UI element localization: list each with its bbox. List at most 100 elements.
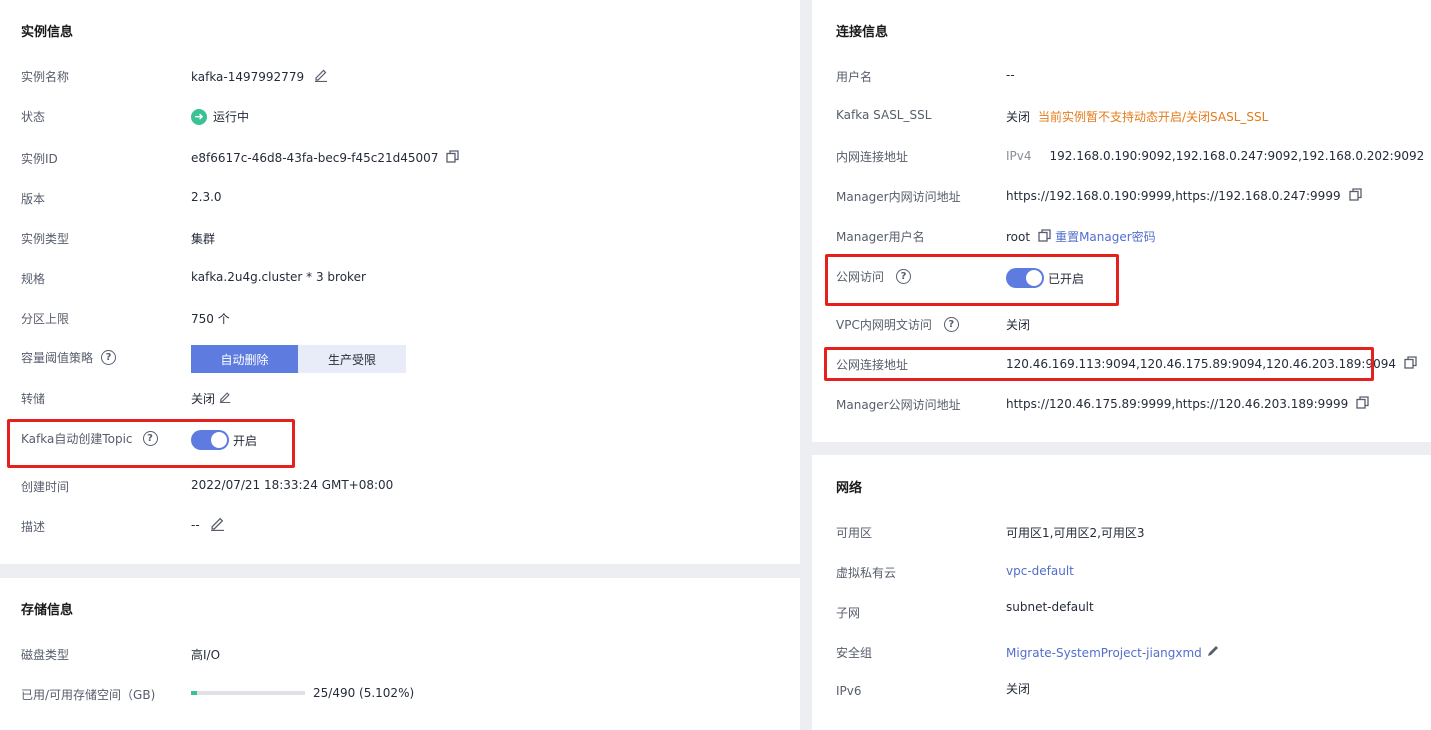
security-group-link[interactable]: Migrate-SystemProject-jiangxmd bbox=[1006, 646, 1202, 660]
copy-icon[interactable] bbox=[1404, 356, 1417, 372]
partition-limit-value: 750 个 bbox=[191, 312, 230, 326]
instance-info-panel: 实例信息 实例名称 kafka-1497992779 状态 ➜ 运行中 实例ID… bbox=[0, 0, 800, 564]
public-access-field: 已开启 bbox=[1006, 268, 1084, 288]
network-title: 网络 bbox=[836, 481, 863, 496]
public-access-label: 公网访问 ? bbox=[836, 268, 912, 285]
vpc-plaintext-value: 关闭 bbox=[1006, 318, 1031, 332]
intranet-address-label: 内网连接地址 bbox=[836, 150, 909, 164]
instance-id-field: e8f6617c-46d8-43fa-bec9-f45c21d45007 bbox=[191, 150, 460, 166]
ipv6-value: 关闭 bbox=[1006, 682, 1031, 696]
spec-value: kafka.2u4g.cluster * 3 broker bbox=[191, 270, 366, 284]
copy-icon[interactable] bbox=[446, 150, 460, 166]
storage-usage-value: 25/490 (5.102%) bbox=[313, 686, 415, 700]
subnet-value: subnet-default bbox=[1006, 600, 1094, 614]
manager-username-value: root bbox=[1006, 229, 1031, 244]
auto-create-topic-field: 开启 bbox=[191, 430, 257, 450]
dump-value: 关闭 bbox=[191, 392, 216, 406]
sasl-ssl-label: Kafka SASL_SSL bbox=[836, 108, 932, 122]
version-label: 版本 bbox=[21, 192, 46, 206]
dump-label: 转储 bbox=[21, 392, 46, 406]
intranet-protocol: IPv4 bbox=[1006, 149, 1032, 163]
capacity-threshold-segmented-control: 自动删除 生产受限 bbox=[191, 345, 406, 373]
storage-info-title: 存储信息 bbox=[21, 603, 74, 618]
instance-type-value: 集群 bbox=[191, 232, 216, 246]
capacity-threshold-label: 容量阈值策略 ? bbox=[21, 349, 117, 366]
instance-name-label: 实例名称 bbox=[21, 70, 70, 84]
status-label: 状态 bbox=[21, 110, 46, 124]
username-label: 用户名 bbox=[836, 70, 873, 84]
storage-usage-bar-fill bbox=[191, 691, 197, 695]
instance-type-label: 实例类型 bbox=[21, 232, 70, 246]
help-icon[interactable]: ? bbox=[142, 431, 158, 446]
connection-info-panel: 连接信息 用户名 -- Kafka SASL_SSL 关闭 当前实例暂不支持动态… bbox=[812, 0, 1431, 442]
status-value: 运行中 bbox=[213, 110, 250, 124]
edit-icon[interactable] bbox=[314, 68, 328, 85]
edit-icon[interactable] bbox=[219, 391, 231, 406]
auto-create-topic-toggle[interactable] bbox=[191, 430, 229, 450]
storage-usage-bar bbox=[191, 691, 305, 695]
username-value: -- bbox=[1006, 68, 1015, 82]
manager-intranet-field: https://192.168.0.190:9999,https://192.1… bbox=[1006, 188, 1362, 204]
instance-name-field: kafka-1497992779 bbox=[191, 68, 328, 85]
sasl-ssl-note: 当前实例暂不支持动态开启/关闭SASL_SSL bbox=[1038, 110, 1269, 124]
storage-usage-label: 已用/可用存储空间（GB) bbox=[21, 688, 156, 702]
subnet-label: 子网 bbox=[836, 606, 861, 620]
help-icon[interactable]: ? bbox=[943, 317, 959, 332]
vpc-link[interactable]: vpc-default bbox=[1006, 564, 1074, 578]
intranet-address-value: 192.168.0.190:9092,192.168.0.247:9092,19… bbox=[1049, 149, 1425, 163]
capacity-threshold-label-text: 容量阈值策略 bbox=[21, 351, 94, 365]
public-address-value: 120.46.169.113:9094,120.46.175.89:9094,1… bbox=[1006, 357, 1397, 371]
auto-create-topic-label: Kafka自动创建Topic ? bbox=[21, 430, 158, 447]
help-icon[interactable]: ? bbox=[896, 269, 912, 284]
storage-usage-field: 25/490 (5.102%) bbox=[191, 686, 414, 700]
reset-manager-password-link[interactable]: 重置Manager密码 bbox=[1055, 228, 1156, 245]
edit-icon[interactable] bbox=[210, 516, 225, 534]
auto-create-topic-label-text: Kafka自动创建Topic bbox=[21, 432, 133, 446]
disk-type-value: 高I/O bbox=[191, 648, 221, 662]
vpc-plaintext-label-text: VPC内网明文访问 bbox=[836, 318, 932, 332]
help-icon[interactable]: ? bbox=[101, 350, 117, 365]
dump-field: 关闭 bbox=[191, 390, 231, 407]
ipv6-label: IPv6 bbox=[836, 684, 862, 698]
manager-public-label: Manager公网访问地址 bbox=[836, 398, 961, 412]
security-group-label: 安全组 bbox=[836, 646, 873, 660]
sasl-ssl-field: 关闭 当前实例暂不支持动态开启/关闭SASL_SSL bbox=[1006, 108, 1268, 125]
auto-create-topic-value: 开启 bbox=[233, 433, 258, 448]
manager-username-label: Manager用户名 bbox=[836, 230, 925, 244]
availability-zone-value: 可用区1,可用区2,可用区3 bbox=[1006, 526, 1145, 540]
partition-limit-label: 分区上限 bbox=[21, 312, 70, 326]
version-value: 2.3.0 bbox=[191, 190, 222, 204]
disk-type-label: 磁盘类型 bbox=[21, 648, 70, 662]
copy-icon[interactable] bbox=[1348, 188, 1362, 204]
network-panel: 网络 可用区 可用区1,可用区2,可用区3 虚拟私有云 vpc-default … bbox=[812, 455, 1431, 730]
vpc-plaintext-label: VPC内网明文访问 ? bbox=[836, 316, 959, 333]
copy-icon[interactable] bbox=[1038, 228, 1051, 245]
storage-info-panel: 存储信息 磁盘类型 高I/O 已用/可用存储空间（GB) 25/490 (5.1… bbox=[0, 578, 800, 730]
manager-intranet-value: https://192.168.0.190:9999,https://192.1… bbox=[1006, 189, 1341, 203]
copy-icon[interactable] bbox=[1356, 396, 1369, 412]
production-limited-option[interactable]: 生产受限 bbox=[298, 345, 406, 373]
description-field: -- bbox=[191, 516, 225, 534]
vpc-label: 虚拟私有云 bbox=[836, 566, 897, 580]
instance-name-value: kafka-1497992779 bbox=[191, 69, 305, 84]
auto-delete-option[interactable]: 自动删除 bbox=[191, 345, 298, 373]
instance-info-title: 实例信息 bbox=[21, 25, 74, 40]
intranet-address-field: IPv4 192.168.0.190:9092,192.168.0.247:90… bbox=[1006, 148, 1431, 164]
pencil-icon[interactable] bbox=[1206, 644, 1220, 661]
manager-public-field: https://120.46.175.89:9999,https://120.4… bbox=[1006, 396, 1369, 412]
description-label: 描述 bbox=[21, 520, 46, 534]
created-time-value: 2022/07/21 18:33:24 GMT+08:00 bbox=[191, 478, 394, 492]
running-status-icon: ➜ bbox=[191, 108, 207, 125]
security-group-field: Migrate-SystemProject-jiangxmd bbox=[1006, 644, 1220, 661]
manager-public-value: https://120.46.175.89:9999,https://120.4… bbox=[1006, 397, 1349, 411]
created-time-label: 创建时间 bbox=[21, 480, 70, 494]
public-access-label-text: 公网访问 bbox=[836, 270, 885, 284]
public-address-label: 公网连接地址 bbox=[836, 358, 909, 372]
availability-zone-label: 可用区 bbox=[836, 526, 873, 540]
instance-id-value: e8f6617c-46d8-43fa-bec9-f45c21d45007 bbox=[191, 151, 439, 165]
spec-label: 规格 bbox=[21, 272, 46, 286]
public-access-value: 已开启 bbox=[1048, 271, 1085, 286]
public-access-toggle[interactable] bbox=[1006, 268, 1044, 288]
instance-id-label: 实例ID bbox=[21, 152, 58, 166]
public-address-field: 120.46.169.113:9094,120.46.175.89:9094,1… bbox=[1006, 356, 1417, 372]
